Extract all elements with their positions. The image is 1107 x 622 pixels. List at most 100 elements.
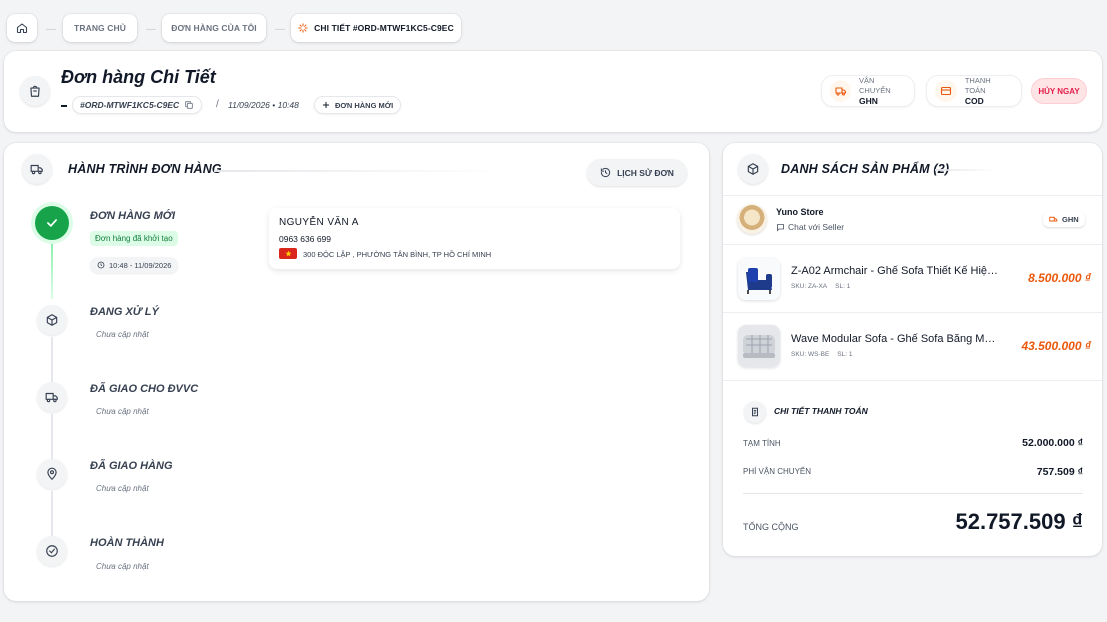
breadcrumb-my-orders[interactable]: ĐƠN HÀNG CỦA TÔI — [162, 14, 266, 42]
store-avatar — [737, 204, 767, 234]
truck-icon — [1049, 215, 1058, 224]
title-underline — [935, 169, 995, 171]
box-icon — [45, 313, 59, 327]
timeline-step-handed-to-carrier — [37, 382, 67, 412]
product-meta: SKU: ZA-XA SL: 1 — [791, 283, 850, 290]
timeline-line-active — [51, 241, 53, 299]
shipping-label: VẬN CHUYỂN — [859, 75, 891, 95]
total-label: TỔNG CỘNG — [743, 522, 799, 532]
box-icon — [746, 162, 760, 176]
shopping-bag-icon — [28, 84, 42, 98]
step-status-badge: Đơn hàng đã khởi tạo — [90, 231, 178, 246]
title-dash — [61, 105, 67, 107]
timeline-line — [51, 337, 53, 383]
breadcrumb-current: CHI TIẾT #ORD-MTWF1KC5-C9EC — [291, 14, 461, 42]
shipping-fee-label: PHÍ VẬN CHUYỂN — [743, 467, 812, 476]
step-title: ĐÃ GIAO HÀNG — [90, 460, 173, 472]
step-title: HOÀN THÀNH — [90, 537, 164, 549]
check-circle-icon — [45, 544, 59, 558]
product-qty: SL: 1 — [835, 283, 851, 290]
divider — [723, 195, 1102, 196]
order-status-pill: ĐƠN HÀNG MỚI — [314, 96, 402, 114]
timeline-step-completed — [37, 536, 67, 566]
chat-icon — [776, 223, 785, 232]
products-icon-tile — [738, 154, 768, 184]
history-icon — [600, 167, 611, 178]
step-time-label: 10:48 - 11/09/2026 — [109, 260, 172, 270]
receipt-icon-tile — [744, 401, 766, 423]
shipping-chip: VẬN CHUYỂN GHN — [821, 75, 915, 107]
product-name[interactable]: Wave Modular Sofa - Ghế Sofa Băng Module — [791, 333, 999, 345]
product-list-card: DANH SÁCH SẢN PHẨM (2) Yuno Store Chat v… — [723, 143, 1102, 556]
order-icon-tile — [20, 76, 50, 106]
truck-icon — [45, 390, 59, 404]
payment-label: THANH TOÁN — [964, 75, 991, 95]
breadcrumb-label: TRANG CHỦ — [74, 23, 126, 33]
step-title: ĐƠN HÀNG MỚI — [90, 210, 176, 222]
timeline-step-new — [35, 206, 69, 240]
order-date: 11/09/2026 • 10:48 — [228, 100, 299, 110]
breadcrumb-separator: — — [275, 24, 285, 35]
product-name[interactable]: Z-A02 Armchair - Ghế Sofa Thiết Kế Hiện … — [791, 265, 999, 277]
product-price: 8.500.000 ₫ — [1028, 271, 1091, 285]
map-pin-icon — [45, 467, 59, 481]
title-underline — [214, 170, 504, 172]
total-value: 52.757.509 ₫ — [955, 509, 1083, 534]
page-title: Đơn hàng Chi Tiết — [61, 67, 216, 87]
subtotal-label: TẠM TÍNH — [743, 439, 781, 448]
step-note: Chưa cập nhật — [96, 407, 149, 416]
order-code-pill[interactable]: #ORD-MTWF1KC5-C9EC — [72, 96, 203, 114]
credit-card-icon — [935, 80, 957, 102]
product-sku: SKU: WS-BE — [791, 351, 830, 358]
shipping-address-card: NGUYỄN VĂN A 0963 636 699 300 ĐỘC LẬP , … — [269, 208, 680, 269]
step-title: ĐANG XỬ LÝ — [90, 306, 159, 318]
product-qty: SL: 1 — [837, 351, 853, 358]
subtotal-value: 52.000.000 ₫ — [1022, 437, 1083, 449]
timeline-step-processing — [37, 305, 67, 335]
order-header-card: Đơn hàng Chi Tiết #ORD-MTWF1KC5-C9EC / 1… — [4, 51, 1102, 132]
product-thumbnail[interactable] — [738, 325, 780, 367]
plus-icon — [322, 101, 330, 109]
check-icon — [45, 216, 59, 230]
payment-chip: THANH TOÁN COD — [926, 75, 1022, 107]
payment-detail-title: CHI TIẾT THANH TOÁN — [774, 406, 868, 416]
breadcrumb-home[interactable]: TRANG CHỦ — [63, 14, 137, 42]
product-price: 43.500.000 ₫ — [1021, 339, 1091, 353]
timeline-line — [51, 491, 53, 537]
timeline-step-delivered — [37, 459, 67, 489]
divider — [723, 380, 1102, 381]
truck-icon — [830, 80, 852, 102]
journey-icon-tile — [22, 154, 52, 184]
clock-icon — [97, 261, 105, 269]
chat-label: Chat với Seller — [788, 222, 845, 232]
step-note: Chưa cập nhật — [96, 562, 149, 571]
cancel-order-button[interactable]: HỦY NGAY — [1031, 78, 1087, 104]
divider — [743, 493, 1083, 494]
step-time: 10:48 - 11/09/2026 — [90, 257, 179, 273]
status-label: ĐƠN HÀNG MỚI — [335, 100, 394, 110]
step-note: Chưa cập nhật — [96, 484, 149, 493]
copy-icon[interactable] — [184, 100, 194, 110]
breadcrumb-label: CHI TIẾT #ORD-MTWF1KC5-C9EC — [314, 23, 454, 33]
history-button[interactable]: LỊCH SỬ ĐƠN — [587, 159, 687, 186]
breadcrumb-label: ĐƠN HÀNG CỦA TÔI — [171, 23, 257, 33]
step-title: ĐÃ GIAO CHO ĐVVC — [90, 383, 199, 395]
product-sku: SKU: ZA-XA — [791, 283, 828, 290]
store-name[interactable]: Yuno Store — [776, 207, 824, 217]
divider — [723, 244, 1102, 245]
order-code: #ORD-MTWF1KC5-C9EC — [80, 100, 180, 110]
chat-seller-link[interactable]: Chat với Seller — [776, 222, 844, 232]
vietnam-flag-icon — [279, 248, 297, 259]
home-button[interactable] — [7, 14, 37, 42]
step-note: Chưa cập nhật — [96, 330, 149, 339]
address-line: 300 ĐỘC LẬP , PHƯỜNG TÂN BÌNH, TP HỒ CHÍ… — [303, 250, 492, 259]
payment-value: COD — [964, 95, 984, 106]
home-icon — [16, 22, 28, 34]
breadcrumb-separator: — — [146, 24, 156, 35]
truck-icon — [30, 162, 44, 176]
sparkle-icon — [298, 23, 308, 33]
product-thumbnail[interactable] — [738, 258, 780, 300]
recipient-name: NGUYỄN VĂN A — [279, 217, 359, 228]
timeline-line — [51, 414, 53, 460]
carrier-badge: GHN — [1043, 211, 1085, 227]
